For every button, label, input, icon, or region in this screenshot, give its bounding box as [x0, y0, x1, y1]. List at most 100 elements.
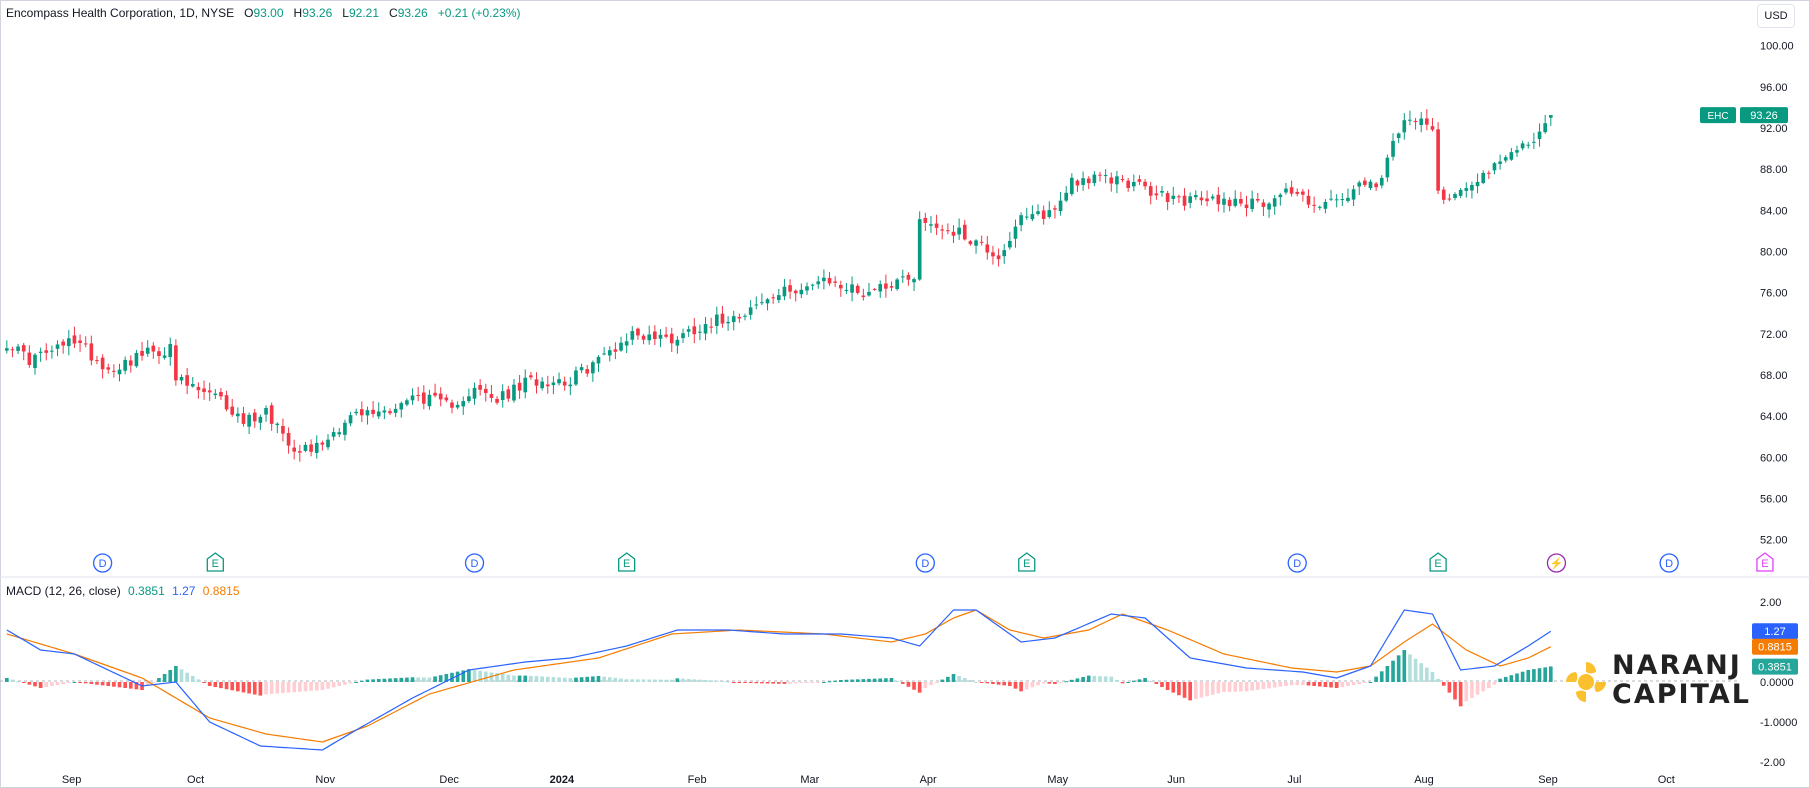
candle-body: [726, 321, 730, 324]
macd-histogram-bar: [686, 679, 691, 682]
macd-histogram-bar: [331, 682, 336, 688]
candle-body: [1548, 115, 1553, 118]
macd-histogram-bar: [917, 682, 922, 693]
candle-body: [405, 400, 409, 405]
macd-histogram-bar: [979, 682, 984, 683]
candle-body: [360, 409, 364, 416]
candle-body: [1458, 189, 1463, 196]
macd-histogram-bar: [236, 682, 240, 692]
macd-histogram-bar: [303, 682, 308, 692]
candle-body: [1137, 179, 1142, 182]
candle-body: [472, 387, 477, 399]
macd-histogram-bar: [805, 682, 809, 683]
candle-body: [895, 279, 899, 290]
candle-body: [737, 316, 742, 319]
macd-histogram-bar: [1233, 682, 1238, 692]
macd-histogram-bar: [1222, 682, 1226, 692]
candle-body: [1272, 198, 1277, 207]
macd-histogram-bar: [1470, 682, 1474, 698]
candle-body: [923, 217, 928, 223]
macd-histogram-bar: [1098, 676, 1102, 682]
macd-histogram-bar: [1548, 666, 1553, 682]
macd-histogram-bar: [889, 678, 894, 682]
candle-body: [179, 377, 184, 381]
candle-body: [337, 432, 342, 435]
candle-body: [636, 328, 640, 336]
macd-histogram-bar: [641, 679, 646, 682]
candle-body: [1402, 120, 1407, 133]
candle-body: [1160, 191, 1164, 193]
candles-group: [5, 109, 1553, 462]
candle-body: [1295, 191, 1300, 194]
candle-body: [1334, 199, 1339, 201]
macd-histogram-bar: [636, 679, 640, 682]
candle-body: [1041, 210, 1046, 219]
candle-body: [675, 339, 680, 346]
macd-histogram-bar: [1509, 675, 1514, 682]
candle-body: [1385, 157, 1390, 178]
candle-body: [861, 295, 866, 298]
candle-body: [979, 241, 984, 243]
macd-histogram-bar: [320, 682, 325, 690]
macd-histogram-bar: [128, 682, 133, 689]
macd-histogram-bar: [337, 682, 342, 686]
candle-body: [776, 295, 781, 301]
macd-histogram-bar: [1064, 681, 1069, 683]
candle-body: [1120, 179, 1125, 181]
candle-body: [89, 343, 94, 361]
candle-body: [320, 442, 325, 445]
macd-histogram-bar: [872, 678, 877, 682]
candle-body: [1537, 131, 1542, 139]
candle-body: [929, 224, 933, 226]
candle-body: [1396, 133, 1401, 139]
candle-body: [112, 370, 116, 372]
candle-body: [765, 299, 770, 304]
macd-histogram-bar: [1413, 658, 1418, 682]
macd-histogram-bar: [399, 677, 404, 682]
macd-histogram-bar: [1041, 682, 1046, 684]
candle-body: [1109, 177, 1114, 184]
macd-histogram-bar: [1306, 682, 1311, 686]
price-axis-tick: 64.00: [1760, 411, 1788, 423]
chart-canvas[interactable]: 100.00 96.00 92.00 88.00 84.00 80.00 76.00 72.0…: [0, 0, 1810, 788]
candle-body: [1323, 201, 1328, 209]
candle-body: [1441, 189, 1446, 200]
macd-histogram-bar: [1143, 678, 1147, 682]
candle-body: [275, 423, 280, 426]
macd-histogram-bar: [850, 679, 854, 682]
macd-histogram-bar: [1385, 666, 1390, 682]
candle-body: [974, 240, 978, 246]
macd-histogram-bar: [1070, 679, 1074, 682]
candle-body: [884, 283, 888, 289]
candle-body: [309, 444, 313, 452]
macd-histogram-bar: [1047, 682, 1052, 684]
macd-histogram-bar: [1408, 654, 1412, 682]
macd-histogram-bar: [754, 682, 759, 684]
macd-histogram-bar: [1148, 681, 1153, 682]
macd-histogram-bar: [1036, 682, 1040, 686]
macd-histogram-bar: [1008, 682, 1012, 686]
macd-value-tag: 1.27: [1764, 626, 1785, 638]
candle-body: [1239, 199, 1243, 204]
candle-body: [1329, 198, 1333, 200]
macd-histogram-bar: [771, 682, 775, 684]
candle-body: [174, 345, 178, 381]
macd-line: [6, 609, 1552, 751]
time-axis-tick: Aug: [1414, 774, 1434, 786]
candle-body: [331, 432, 336, 437]
logo-line1: NARANJ: [1612, 650, 1742, 681]
macd-histogram-bar: [10, 679, 15, 682]
macd-histogram-bar: [1312, 682, 1316, 686]
price-axis-tick: 88.00: [1760, 164, 1788, 176]
macd-histogram-bar: [343, 682, 347, 685]
candle-body: [1024, 216, 1029, 218]
macd-histogram-bar: [517, 675, 522, 682]
candle-body: [1408, 119, 1412, 121]
candle-body: [827, 277, 832, 284]
candle-body: [534, 379, 539, 386]
event-marker-label: E: [1761, 558, 1768, 570]
macd-histogram-bar: [737, 682, 742, 683]
macd-histogram-bar: [1503, 676, 1508, 682]
event-marker-label: D: [99, 558, 107, 570]
candle-body: [596, 356, 601, 364]
